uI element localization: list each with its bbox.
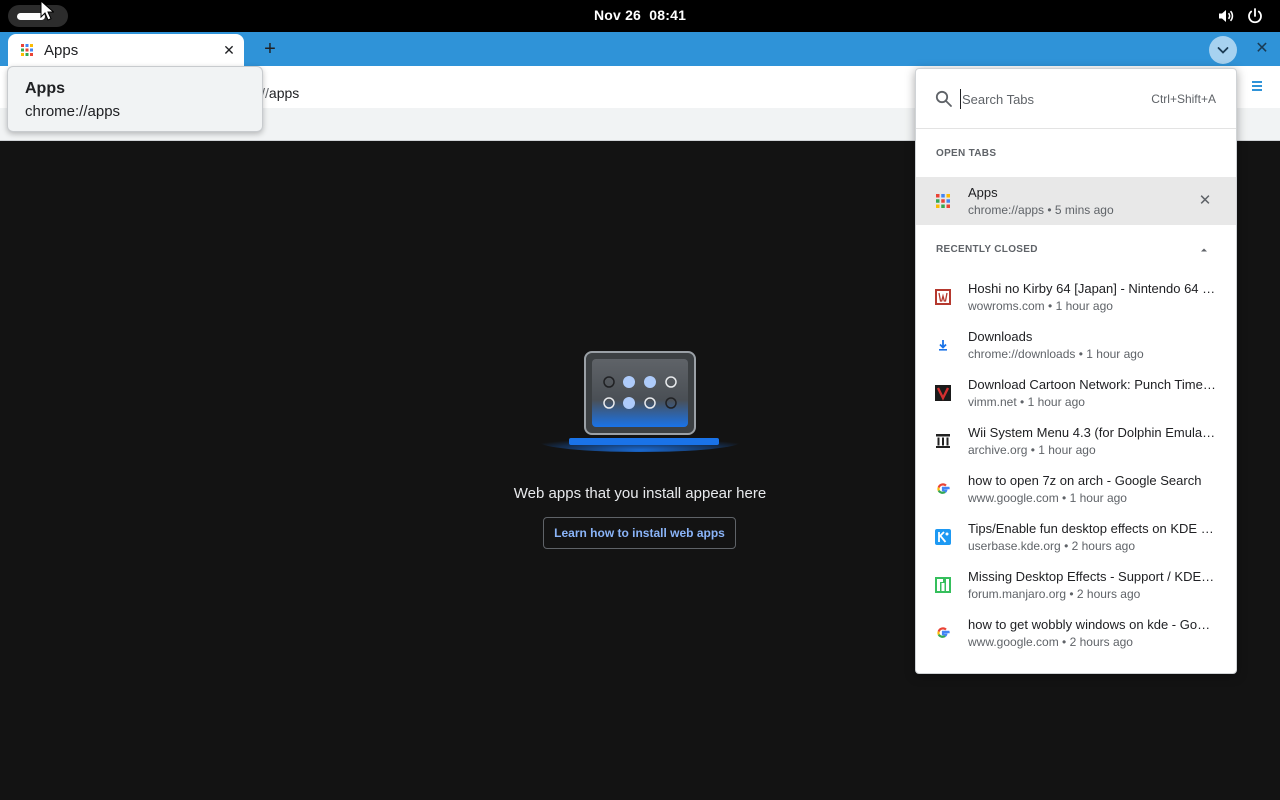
closed-tab-meta: userbase.kde.org • 2 hours ago: [968, 539, 1135, 553]
open-tab-title: Apps: [968, 185, 998, 200]
archive-icon: [935, 433, 951, 449]
learn-install-web-apps-button[interactable]: Learn how to install web apps: [543, 517, 736, 549]
closed-tab-meta: wowroms.com • 1 hour ago: [968, 299, 1113, 313]
closed-tab-url: www.google.com: [968, 491, 1059, 505]
new-tab-button[interactable]: +: [259, 38, 281, 60]
closed-tab-title: Missing Desktop Effects - Support / KDE …: [968, 569, 1216, 584]
open-tab-row[interactable]: Apps chrome://apps • 5 mins ago ✕: [916, 177, 1236, 225]
vimm-icon: [935, 385, 951, 401]
tab-title: Apps: [44, 42, 79, 59]
apps-grid-icon: [936, 194, 950, 208]
tab-search-bar: Ctrl+Shift+A: [916, 69, 1236, 129]
close-window-button[interactable]: ✕: [1252, 39, 1272, 59]
recently-closed-row[interactable]: Wii System Menu 4.3 (for Dolphin Emulato…: [916, 417, 1236, 465]
system-top-bar: Nov 26 08:41: [0, 0, 1280, 32]
search-icon: [935, 90, 952, 107]
open-tabs-header: OPEN TABS: [936, 148, 997, 159]
closed-tab-url: userbase.kde.org: [968, 539, 1061, 553]
tab-apps[interactable]: Apps ✕: [8, 34, 244, 66]
url-host: apps: [268, 85, 300, 101]
closed-tab-url: archive.org: [968, 443, 1028, 457]
closed-tab-meta: forum.manjaro.org • 2 hours ago: [968, 587, 1141, 601]
recently-closed-row[interactable]: how to open 7z on arch - Google Search w…: [916, 465, 1236, 513]
menu-icon[interactable]: [1250, 79, 1264, 93]
closed-tab-meta: chrome://downloads • 1 hour ago: [968, 347, 1144, 361]
tab-strip: Apps ✕ + ✕: [0, 32, 1280, 66]
google-icon: [937, 627, 950, 638]
chevron-up-icon[interactable]: [1198, 245, 1210, 255]
recently-closed-row[interactable]: Hoshi no Kirby 64 [Japan] - Nintendo 64 …: [916, 273, 1236, 321]
wowroms-icon: [935, 289, 951, 305]
open-tab-url: chrome://apps: [968, 203, 1045, 217]
tab-search-popup: Ctrl+Shift+A OPEN TABS Apps chrome://app…: [915, 68, 1237, 674]
kde-icon: [935, 529, 951, 545]
close-tab-icon[interactable]: ✕: [1196, 192, 1214, 210]
volume-icon[interactable]: [1217, 7, 1235, 25]
closed-tab-title: how to get wobbly windows on kde - Googl…: [968, 617, 1216, 632]
download-icon: [939, 340, 947, 351]
tooltip-title: Apps: [25, 80, 65, 97]
closed-tab-title: Hoshi no Kirby 64 [Japan] - Nintendo 64 …: [968, 281, 1216, 296]
closed-tab-url: wowroms.com: [968, 299, 1045, 313]
tooltip-url: chrome://apps: [25, 103, 121, 120]
closed-tab-title: Downloads: [968, 329, 1033, 344]
closed-tab-url: www.google.com: [968, 635, 1059, 649]
tab-search-button[interactable]: [1209, 36, 1237, 64]
closed-tab-time: 1 hour ago: [1086, 347, 1144, 361]
tab-close-icon[interactable]: ✕: [220, 41, 238, 59]
closed-tab-time: 1 hour ago: [1027, 395, 1085, 409]
mouse-cursor-icon: [40, 0, 54, 21]
closed-tab-url: vimm.net: [968, 395, 1017, 409]
closed-tab-meta: archive.org • 1 hour ago: [968, 443, 1096, 457]
closed-tab-title: Tips/Enable fun desktop effects on KDE P…: [968, 521, 1216, 536]
closed-tab-title: how to open 7z on arch - Google Search: [968, 473, 1202, 488]
manjaro-icon: [935, 577, 951, 593]
closed-tab-meta: www.google.com • 2 hours ago: [968, 635, 1133, 649]
apps-grid-icon: [21, 44, 33, 56]
closed-tab-time: 1 hour ago: [1069, 491, 1127, 505]
clock-time: 08:41: [649, 7, 687, 23]
recently-closed-row[interactable]: Missing Desktop Effects - Support / KDE …: [916, 561, 1236, 609]
recently-closed-row[interactable]: how to get wobbly windows on kde - Googl…: [916, 609, 1236, 657]
search-shortcut: Ctrl+Shift+A: [1151, 92, 1216, 106]
closed-tab-title: Wii System Menu 4.3 (for Dolphin Emulato…: [968, 425, 1216, 440]
closed-tab-meta: www.google.com • 1 hour ago: [968, 491, 1127, 505]
closed-tab-time: 1 hour ago: [1038, 443, 1096, 457]
google-icon: [937, 483, 950, 494]
closed-tab-time: 1 hour ago: [1055, 299, 1113, 313]
apps-illustration-icon: [540, 351, 740, 452]
open-tab-time: 5 mins ago: [1054, 203, 1114, 217]
open-tab-meta: chrome://apps • 5 mins ago: [968, 203, 1114, 217]
closed-tab-url: chrome://downloads: [968, 347, 1076, 361]
closed-tab-meta: vimm.net • 1 hour ago: [968, 395, 1085, 409]
tab-tooltip: Apps chrome://apps: [7, 66, 263, 132]
recently-closed-row[interactable]: Download Cartoon Network: Punch Time Exp…: [916, 369, 1236, 417]
clock-date: Nov 26: [593, 7, 642, 23]
recently-closed-row[interactable]: Tips/Enable fun desktop effects on KDE P…: [916, 513, 1236, 561]
chevron-down-icon: [1217, 47, 1229, 54]
empty-state-message: Web apps that you install appear here: [513, 485, 767, 502]
clock[interactable]: Nov 26 08:41: [0, 7, 1280, 23]
recently-closed-row[interactable]: Downloads chrome://downloads • 1 hour ag…: [916, 321, 1236, 369]
recently-closed-header: RECENTLY CLOSED: [936, 244, 1038, 255]
power-icon[interactable]: [1246, 7, 1264, 25]
closed-tab-title: Download Cartoon Network: Punch Time Exp…: [968, 377, 1216, 392]
tab-search-input[interactable]: [960, 89, 1130, 109]
closed-tab-time: 2 hours ago: [1069, 635, 1133, 649]
closed-tab-time: 2 hours ago: [1071, 539, 1135, 553]
closed-tab-url: forum.manjaro.org: [968, 587, 1067, 601]
closed-tab-time: 2 hours ago: [1076, 587, 1141, 601]
